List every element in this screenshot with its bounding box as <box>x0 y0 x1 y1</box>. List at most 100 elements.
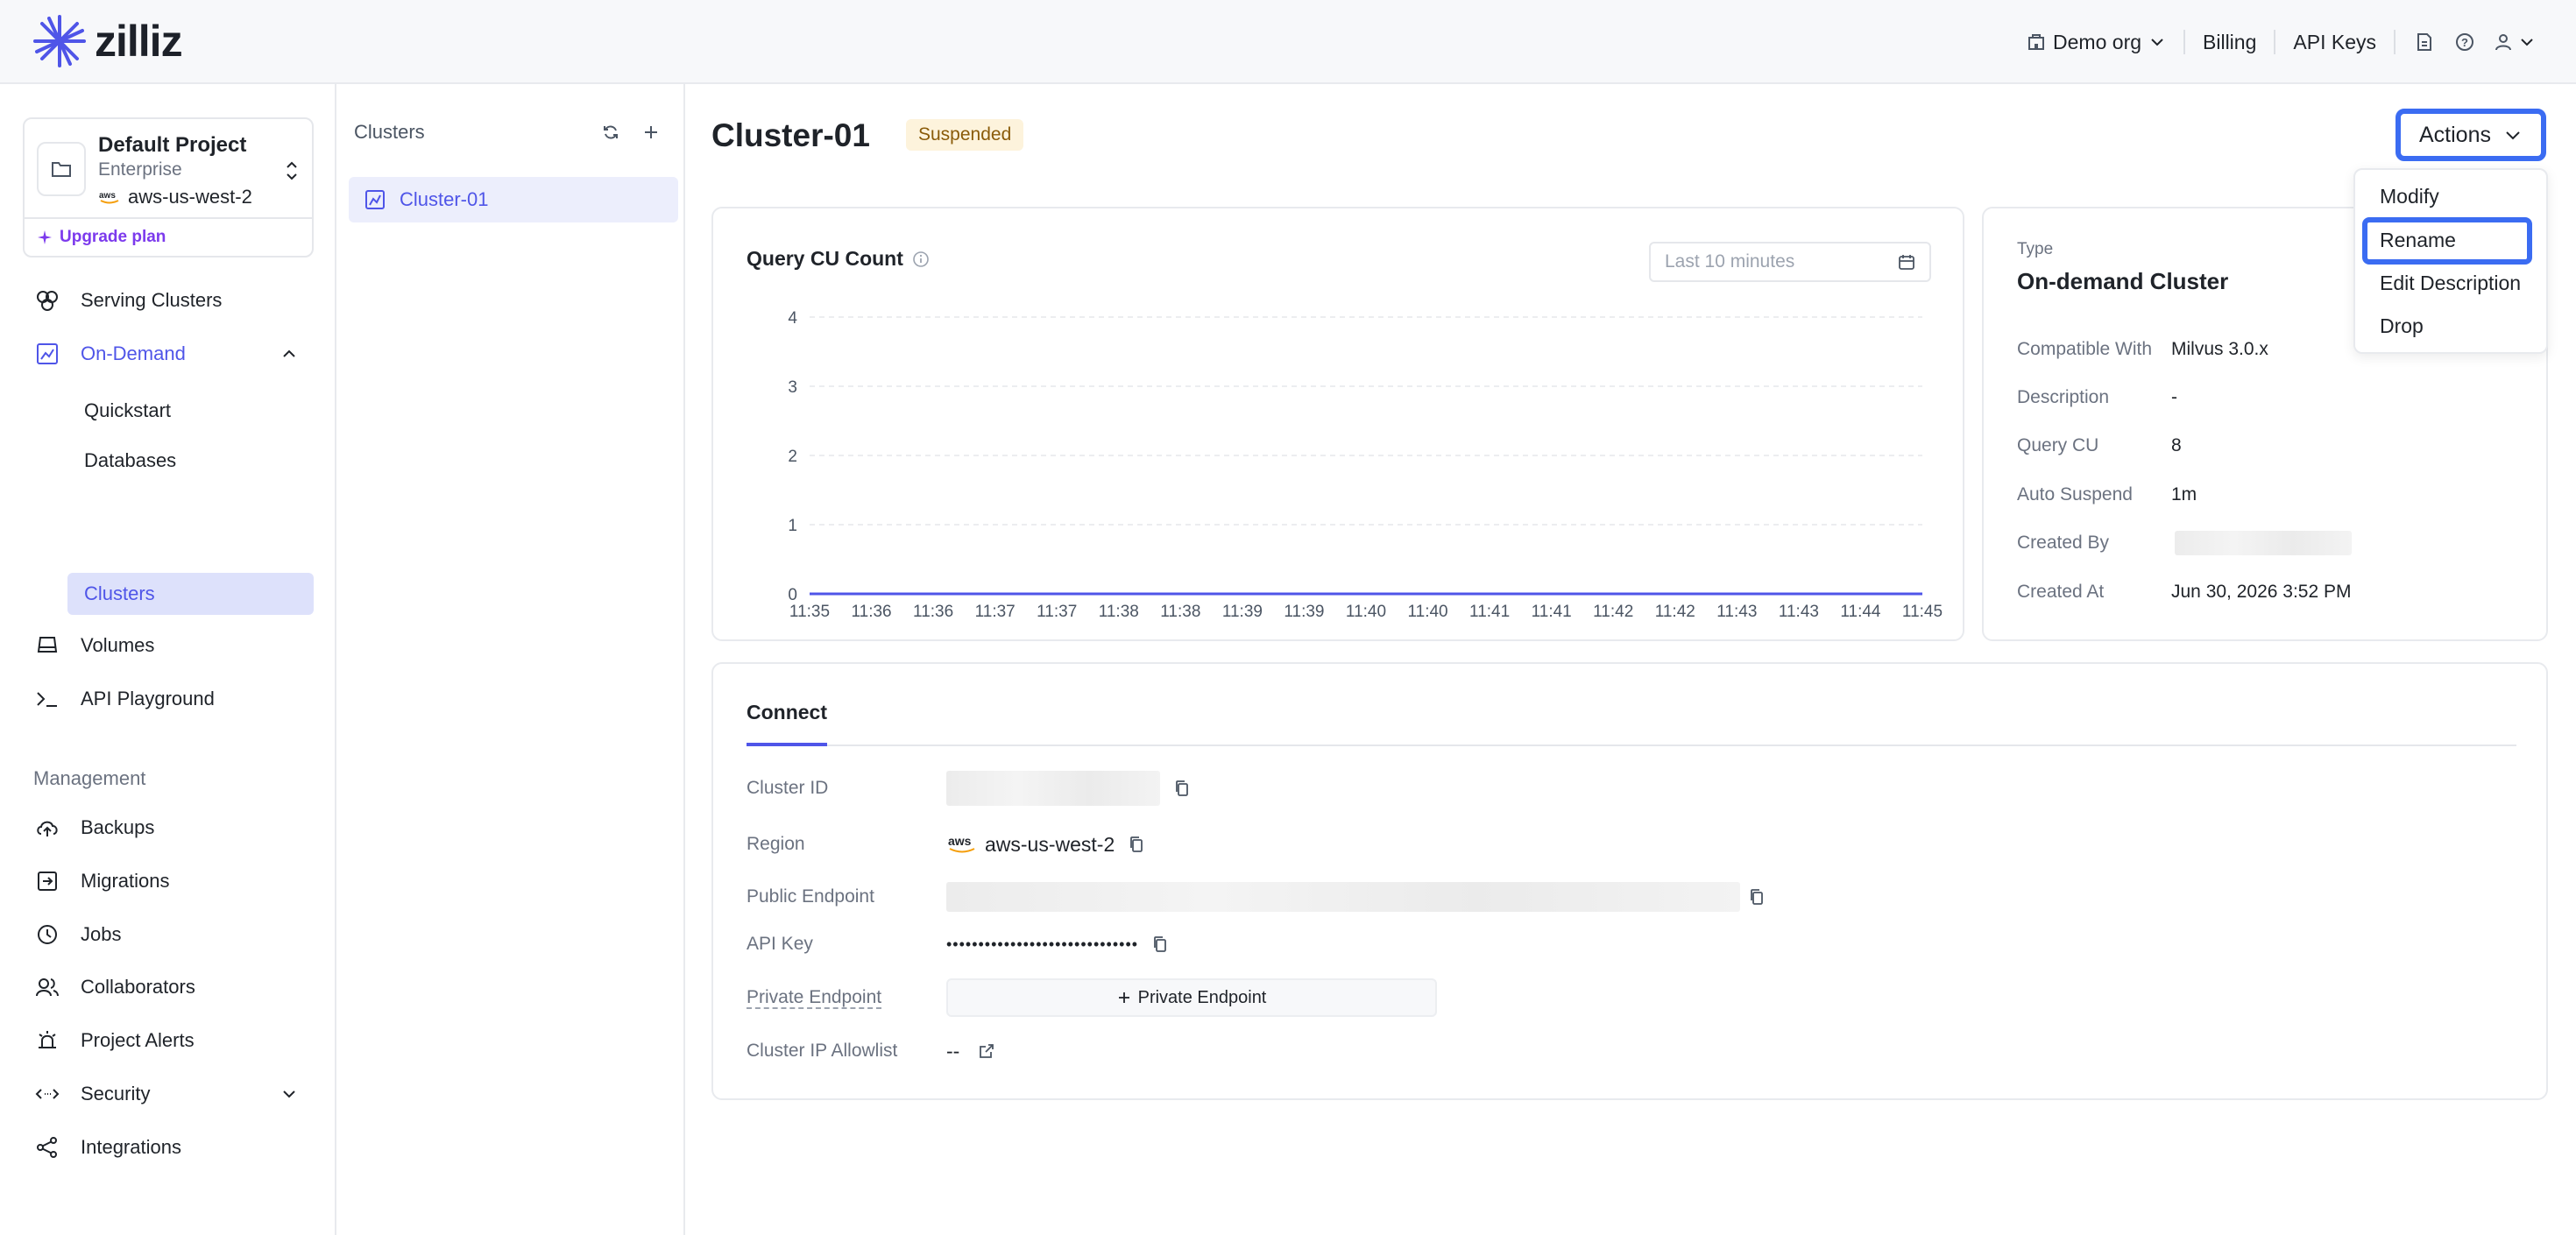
management-section-label: Management <box>33 767 146 789</box>
add-private-endpoint-button[interactable]: Private Endpoint <box>946 978 1437 1017</box>
row-label: API Key <box>747 934 813 954</box>
nav-migrations[interactable]: Migrations <box>35 860 169 902</box>
nav-jobs[interactable]: Jobs <box>35 914 121 956</box>
nav-label: On-Demand <box>81 342 186 364</box>
menu-item-drop[interactable]: Drop <box>2380 310 2424 342</box>
x-tick-label: 11:42 <box>1593 603 1633 621</box>
nav-label: Collaborators <box>81 976 195 998</box>
x-tick-label: 11:35 <box>789 603 830 621</box>
main-content: Cluster-01 Suspended Actions Query CU Co… <box>687 84 2576 1235</box>
detail-key: Compatible With <box>2017 339 2153 359</box>
row-cluster-id: Cluster ID <box>747 771 1192 806</box>
nav-collaborators[interactable]: Collaborators <box>35 966 195 1008</box>
copy-icon[interactable] <box>1127 835 1146 854</box>
refresh-icon[interactable] <box>599 121 622 144</box>
svg-text:aws: aws <box>99 191 116 201</box>
copy-icon[interactable] <box>1172 779 1192 798</box>
nav-integrations[interactable]: Integrations <box>35 1126 181 1168</box>
page-title: Cluster-01 <box>711 117 870 153</box>
row-api-key: API Key •••••••••••••••••••••••••••••• <box>747 927 1170 962</box>
nav-label: Backups <box>81 816 155 838</box>
nav-project-alerts[interactable]: Project Alerts <box>35 1020 195 1062</box>
actions-dropdown-menu: Modify Rename Edit Description Drop <box>2353 168 2548 354</box>
nav-label: API Playground <box>81 688 215 709</box>
external-link-icon[interactable] <box>977 1041 996 1061</box>
cluster-list-item[interactable]: Cluster-01 <box>349 177 678 222</box>
sub-item-databases[interactable]: Databases <box>84 441 176 481</box>
active-tab-indicator <box>747 743 827 746</box>
private-endpoint-label[interactable]: Private Endpoint <box>747 987 882 1009</box>
detail-row-created-at: Created At Jun 30, 2026 3:52 PM <box>2017 579 2351 605</box>
chevron-down-icon[interactable] <box>279 1083 300 1104</box>
chevron-down-icon <box>2506 131 2520 140</box>
row-label: Private Endpoint <box>747 987 946 1009</box>
top-right-menu: Demo org Billing API Keys ? <box>2027 0 2576 84</box>
x-tick-label: 11:41 <box>1469 603 1510 621</box>
add-icon[interactable] <box>640 121 662 144</box>
zilliz-logo[interactable]: zilliz <box>32 11 183 72</box>
nav-volumes[interactable]: Volumes <box>35 625 154 667</box>
project-region-label: aws-us-west-2 <box>128 186 252 208</box>
volume-icon <box>35 633 60 658</box>
plus-icon <box>1118 992 1129 1003</box>
row-value: Private Endpoint <box>946 978 1437 1017</box>
sub-item-quickstart[interactable]: Quickstart <box>84 391 171 431</box>
billing-link[interactable]: Billing <box>2203 31 2256 54</box>
sub-item-clusters[interactable]: Clusters <box>84 574 155 614</box>
y-tick-label: 0 <box>788 586 797 604</box>
status-badge: Suspended <box>906 119 1024 151</box>
chevron-up-down-icon[interactable] <box>282 158 301 184</box>
connect-card: Connect Cluster ID Region aws aws-us-wes… <box>711 662 2548 1100</box>
detail-key: Description <box>2017 387 2110 407</box>
nav-on-demand[interactable]: On-Demand <box>35 333 186 375</box>
divider <box>2274 30 2276 54</box>
detail-key: Query CU <box>2017 435 2099 455</box>
copy-icon[interactable] <box>1150 935 1170 954</box>
y-tick-label: 1 <box>788 517 797 535</box>
nav-label: Project Alerts <box>81 1029 195 1051</box>
nav-backups[interactable]: Backups <box>35 807 154 849</box>
user-icon <box>2495 34 2511 51</box>
tab-connect[interactable]: Connect <box>747 701 827 724</box>
type-value: On-demand Cluster <box>2017 268 2229 294</box>
user-menu[interactable] <box>2494 32 2536 52</box>
detail-key: Created By <box>2017 533 2110 553</box>
y-tick-label: 4 <box>788 309 797 328</box>
divider <box>2183 30 2186 54</box>
x-tick-label: 11:38 <box>1160 603 1200 621</box>
chevron-up-icon[interactable] <box>279 343 300 364</box>
copy-icon[interactable] <box>1747 887 1766 907</box>
row-value: aws aws-us-west-2 <box>946 833 1146 857</box>
menu-item-rename[interactable]: Rename <box>2380 224 2456 256</box>
x-tick-label: 11:40 <box>1407 603 1447 621</box>
detail-row-query-cu: Query CU 8 <box>2017 433 2182 459</box>
actions-button[interactable]: Actions <box>2396 109 2546 161</box>
detail-key: Auto Suspend <box>2017 484 2133 505</box>
aws-icon: aws <box>99 191 119 204</box>
nav-security[interactable]: Security <box>35 1073 150 1115</box>
help-icon[interactable]: ? <box>2453 31 2476 53</box>
project-card[interactable]: Default Project Enterprise aws aws-us-we… <box>23 117 314 258</box>
region-value: aws-us-west-2 <box>985 832 1115 856</box>
row-label: Cluster ID <box>747 778 829 798</box>
add-private-endpoint-label: Private Endpoint <box>1137 987 1267 1007</box>
project-name: Default Project <box>98 133 247 157</box>
query-cu-chart-card: Query CU Count Last 10 minutes 0 1 2 3 4 11:3… <box>711 207 1964 641</box>
menu-item-edit-description[interactable]: Edit Description <box>2380 267 2521 299</box>
docs-icon[interactable] <box>2413 31 2436 53</box>
x-tick-label: 11:39 <box>1222 603 1263 621</box>
actions-label: Actions <box>2419 122 2491 147</box>
nav-label: Security <box>81 1083 151 1104</box>
nav-label: Integrations <box>81 1136 181 1158</box>
org-switcher[interactable]: Demo org <box>2027 31 2166 54</box>
nav-api-playground[interactable]: API Playground <box>35 678 215 720</box>
migrate-icon <box>35 869 60 893</box>
clusters-icon <box>35 288 60 313</box>
nav-serving-clusters[interactable]: Serving Clusters <box>35 279 222 321</box>
x-tick-label: 11:40 <box>1346 603 1386 621</box>
menu-item-modify[interactable]: Modify <box>2380 180 2439 212</box>
x-tick-label: 11:36 <box>913 603 953 621</box>
svg-text:aws: aws <box>948 834 972 848</box>
upgrade-plan-link[interactable]: Upgrade plan <box>37 228 166 247</box>
api-keys-link[interactable]: API Keys <box>2293 31 2376 54</box>
